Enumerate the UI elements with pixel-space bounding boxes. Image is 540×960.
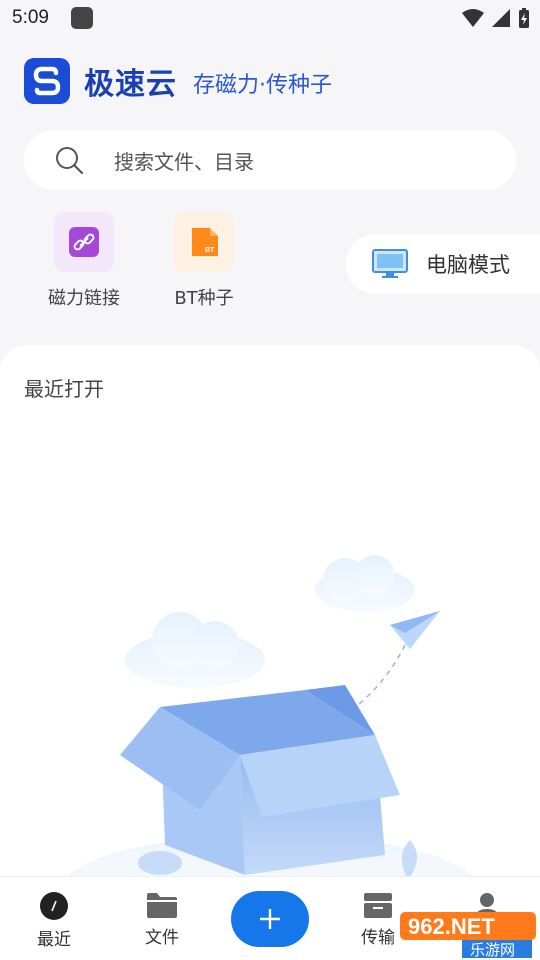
app-header: 极速云 存磁力·传种子: [24, 58, 332, 104]
bt-torrent-button[interactable]: BT BT种子: [154, 212, 254, 310]
battery-icon: [519, 8, 529, 28]
add-button[interactable]: [231, 891, 309, 947]
pc-mode-button[interactable]: 电脑模式: [346, 234, 540, 294]
search-bar[interactable]: 搜索文件、目录: [24, 130, 516, 190]
transfer-icon: [364, 893, 392, 918]
status-time: 5:09: [12, 7, 49, 28]
magnet-link-button[interactable]: 磁力链接: [34, 212, 134, 310]
nav-recent[interactable]: 最近: [19, 891, 89, 950]
bt-torrent-icon: BT: [174, 212, 234, 272]
nav-transfer-label: 传输: [361, 928, 395, 948]
plus-icon: [260, 909, 280, 929]
watermark-logo: 962.NET 乐游网: [400, 912, 536, 958]
search-icon: [56, 147, 84, 175]
folder-icon: [147, 893, 177, 918]
svg-text:BT: BT: [205, 247, 215, 254]
wifi-icon: [462, 9, 484, 27]
nav-files-label: 文件: [145, 928, 179, 948]
app-logo: [24, 58, 70, 104]
nav-files[interactable]: 文件: [127, 891, 197, 948]
status-icons: [462, 8, 530, 28]
app-name: 极速云: [84, 67, 177, 102]
recent-panel: 最近打开: [0, 345, 540, 885]
bt-torrent-label: BT种子: [174, 288, 234, 309]
signal-icon: [492, 9, 510, 27]
recent-nav-icon: [40, 892, 68, 920]
status-bar: 5:09: [0, 0, 540, 36]
monitor-icon: [372, 249, 408, 278]
magnet-link-label: 磁力链接: [48, 288, 120, 309]
watermark-sub: 乐游网: [470, 941, 515, 958]
app-slogan: 存磁力·传种子: [193, 73, 332, 98]
notification-icon: [70, 7, 93, 29]
pc-mode-label: 电脑模式: [426, 253, 510, 277]
watermark-brand: 962.NET: [408, 914, 495, 939]
nav-recent-label: 最近: [37, 930, 71, 950]
magnet-link-icon: [54, 212, 114, 272]
recent-title: 最近打开: [24, 377, 104, 401]
empty-box-illustration: [60, 555, 480, 885]
search-placeholder: 搜索文件、目录: [114, 149, 254, 174]
